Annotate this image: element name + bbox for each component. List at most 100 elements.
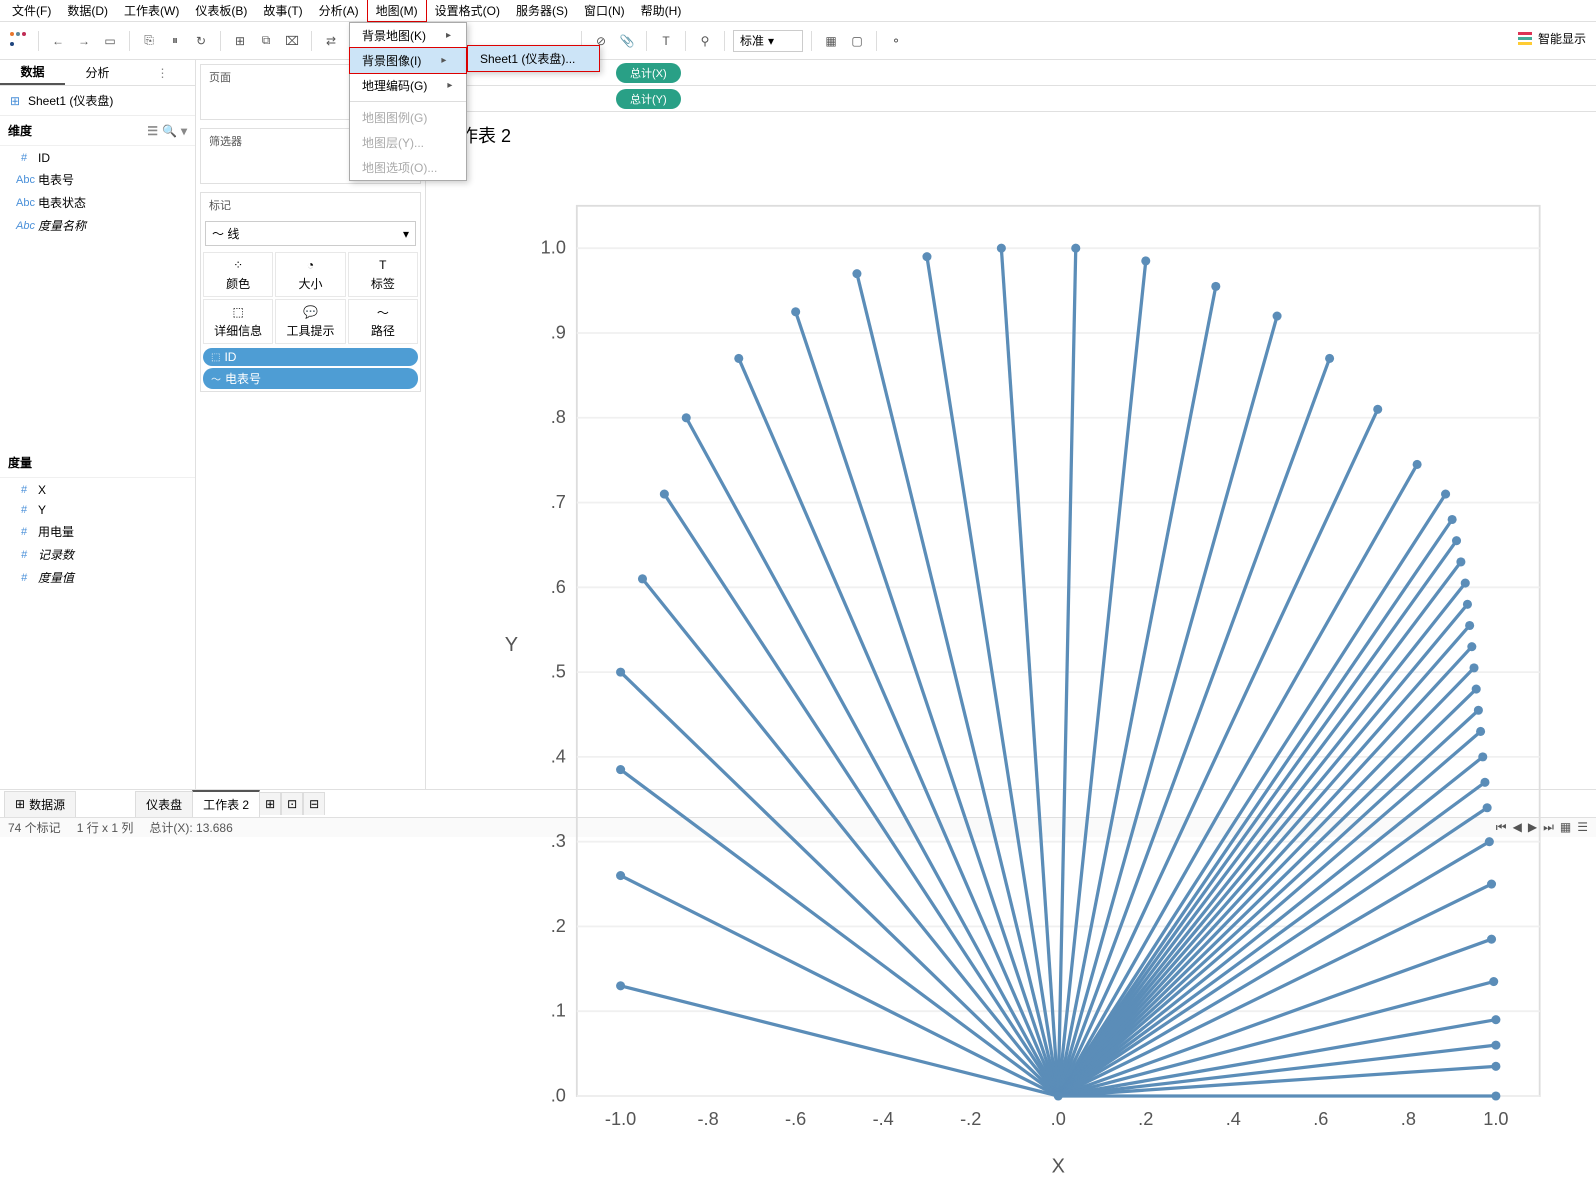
tab-datasource[interactable]: ⊞数据源 (4, 791, 76, 817)
menu-server[interactable]: 服务器(S) (508, 0, 576, 21)
cards-icon[interactable]: ▦ (820, 30, 842, 52)
columns-shelf[interactable]: 列 总计(X) (426, 60, 1596, 86)
svg-text:-.4: -.4 (873, 1109, 894, 1129)
menu-item-geocoding[interactable]: 地理编码(G)▸ (350, 73, 466, 98)
new-story-icon[interactable]: ⊟ (303, 792, 325, 815)
search-icon[interactable]: 🔍 (162, 124, 177, 138)
menu-format[interactable]: 设置格式(O) (427, 0, 508, 21)
menu-map[interactable]: 地图(M) (367, 0, 427, 22)
menu-help[interactable]: 帮助(H) (633, 0, 690, 21)
clear-icon[interactable]: ⌧ (281, 30, 303, 52)
chart-canvas[interactable]: .0.1.2.3.4.5.6.7.8.91.0-1.0-.8-.6-.4-.2.… (426, 158, 1596, 1198)
svg-text:.2: .2 (551, 916, 566, 936)
menu-worksheet[interactable]: 工作表(W) (116, 0, 187, 21)
field-usage[interactable]: #用电量 (0, 520, 195, 543)
tab-analysis[interactable]: 分析 (65, 60, 130, 85)
tab-data[interactable]: 数据 (0, 60, 65, 85)
duplicate-icon[interactable]: ⧉ (255, 30, 277, 52)
marks-color[interactable]: ⁘颜色 (203, 252, 273, 297)
svg-text:.6: .6 (1313, 1109, 1328, 1129)
new-data-icon[interactable]: ⎘ (138, 30, 160, 52)
tab-options-icon[interactable]: ⋮ (130, 60, 195, 85)
rows-shelf[interactable]: 行 总计(Y) (426, 86, 1596, 112)
menu-data[interactable]: 数据(D) (59, 0, 116, 21)
svg-text:.4: .4 (1226, 1109, 1241, 1129)
marks-path[interactable]: 〜路径 (348, 299, 418, 344)
menu-item-map-legend: 地图图例(G) (350, 105, 466, 130)
new-dashboard-icon[interactable]: ⊡ (281, 792, 303, 815)
rows-pill[interactable]: 总计(Y) (616, 89, 681, 109)
dimensions-header: 维度 ☰🔍▾ (0, 116, 195, 146)
separator (38, 31, 39, 51)
marks-pill-meter[interactable]: 〜电表号 (203, 368, 418, 389)
tab-sheet2[interactable]: 工作表 2 (192, 790, 260, 817)
menu-item-background-image[interactable]: 背景图像(I)▸ (349, 47, 467, 74)
swap-icon[interactable]: ⇄ (320, 30, 342, 52)
pause-icon[interactable]: ⏸ (164, 30, 186, 52)
marks-detail[interactable]: ⬚详细信息 (203, 299, 273, 344)
menu-dashboard[interactable]: 仪表板(B) (187, 0, 255, 21)
svg-text:X: X (1052, 1155, 1065, 1177)
field-values[interactable]: #度量值 (0, 566, 195, 589)
clip-icon[interactable]: 📎 (616, 30, 638, 52)
field-measure-names[interactable]: Abc度量名称 (0, 214, 195, 237)
separator (724, 31, 725, 51)
refresh-icon[interactable]: ↻ (190, 30, 212, 52)
text-icon[interactable]: T (655, 30, 677, 52)
svg-text:.8: .8 (1401, 1109, 1416, 1129)
field-meter[interactable]: Abc电表号 (0, 168, 195, 191)
menu-file[interactable]: 文件(F) (4, 0, 59, 21)
path-pill-icon: 〜 (211, 371, 221, 386)
submenu-item-sheet1[interactable]: Sheet1 (仪表盘)... (467, 45, 600, 72)
save-icon[interactable]: ▭ (99, 30, 121, 52)
svg-text:1.0: 1.0 (541, 238, 566, 258)
mark-type-dropdown[interactable]: 〜 线▾ (205, 221, 416, 246)
forward-icon[interactable]: → (73, 30, 95, 52)
columns-pill[interactable]: 总计(X) (616, 63, 681, 83)
svg-text:-.2: -.2 (960, 1109, 981, 1129)
pin-icon[interactable]: ⚲ (694, 30, 716, 52)
svg-text:.4: .4 (551, 746, 566, 766)
back-icon[interactable]: ← (47, 30, 69, 52)
share-icon[interactable]: ⚬ (885, 30, 907, 52)
datasource-icon: ⊞ (8, 94, 22, 108)
field-status[interactable]: Abc电表状态 (0, 191, 195, 214)
logo-icon (8, 30, 30, 52)
field-id[interactable]: #ID (0, 148, 195, 168)
svg-text:-.6: -.6 (785, 1109, 806, 1129)
sheet-title[interactable]: 工作表 2 (426, 112, 1596, 158)
separator (876, 31, 877, 51)
field-y[interactable]: #Y (0, 500, 195, 520)
menu-story[interactable]: 故事(T) (255, 0, 310, 21)
fit-dropdown[interactable]: 标准▾ (733, 30, 803, 52)
datasource-item[interactable]: ⊞ Sheet1 (仪表盘) (0, 86, 195, 116)
field-records[interactable]: #记录数 (0, 543, 195, 566)
view-list-icon[interactable]: ☰ (147, 124, 158, 138)
svg-text:1.0: 1.0 (1483, 1109, 1508, 1129)
separator (811, 31, 812, 51)
menu-window[interactable]: 窗口(N) (576, 0, 633, 21)
field-x[interactable]: #X (0, 480, 195, 500)
svg-text:-1.0: -1.0 (605, 1109, 636, 1129)
detail-pill-icon: ⬚ (211, 352, 220, 363)
show-me-button[interactable]: 智能显示 (1518, 30, 1586, 47)
new-sheet-icon[interactable]: ⊞ (229, 30, 251, 52)
tab-dashboard[interactable]: 仪表盘 (135, 791, 193, 817)
marks-size[interactable]: ◔大小 (275, 252, 345, 297)
svg-text:-.8: -.8 (698, 1109, 719, 1129)
svg-text:.6: .6 (551, 577, 566, 597)
view-area: 列 总计(X) 行 总计(Y) 工作表 2 .0.1.2.3.4.5.6.7.8… (426, 60, 1596, 789)
measures-header: 度量 (0, 448, 195, 478)
menu-item-background-map[interactable]: 背景地图(K)▸ (350, 23, 466, 48)
marks-label[interactable]: T标签 (348, 252, 418, 297)
new-worksheet-icon[interactable]: ⊞ (259, 792, 281, 815)
show-me-icon (1518, 32, 1532, 46)
separator (311, 31, 312, 51)
menu-analysis[interactable]: 分析(A) (311, 0, 367, 21)
marks-tooltip[interactable]: 💬工具提示 (275, 299, 345, 344)
tooltip-icon: 💬 (303, 304, 318, 320)
svg-text:.9: .9 (551, 322, 566, 342)
menu-item-map-options: 地图选项(O)... (350, 155, 466, 180)
marks-pill-id[interactable]: ⬚ID (203, 348, 418, 366)
presentation-icon[interactable]: ▢ (846, 30, 868, 52)
